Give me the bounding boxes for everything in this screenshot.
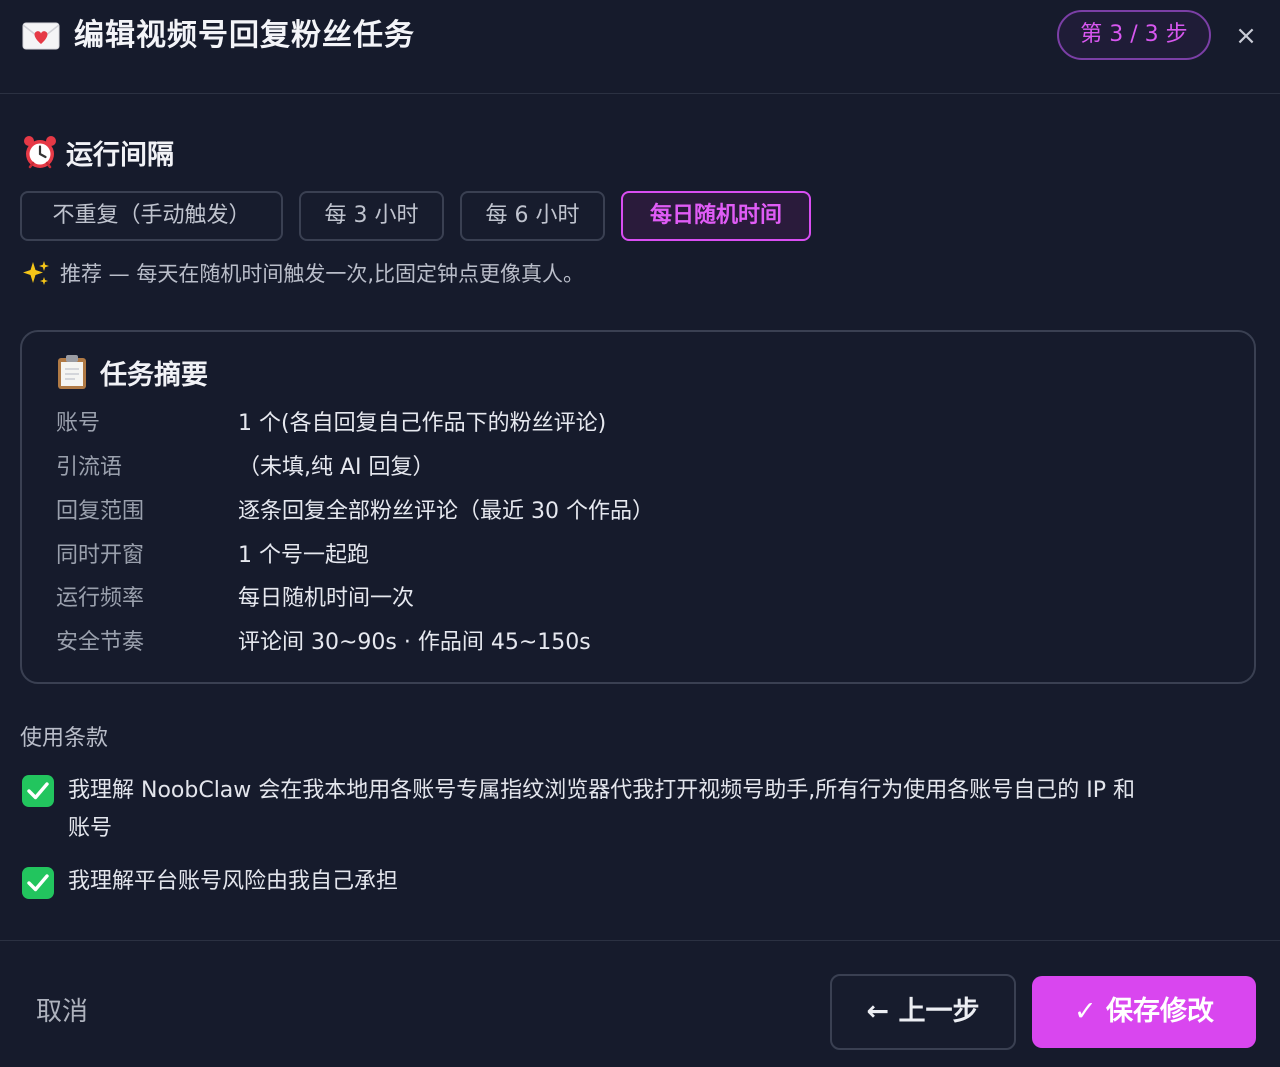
clipboard-icon [56,354,88,390]
terms-checkbox-1[interactable] [22,775,54,807]
summary-key: 账号 [56,411,101,436]
summary-value: 1 个号一起跑 [238,543,369,568]
summary-value: 每日随机时间一次 [238,586,415,611]
summary-key: 同时开窗 [56,543,145,568]
checkmark-icon [27,874,49,892]
interval-section-title: 运行间隔 [22,134,174,176]
summary-key: 回复范围 [56,499,145,524]
summary-key: 运行频率 [56,586,145,611]
previous-step-button[interactable]: ← 上一步 [830,974,1016,1050]
summary-title: 任务摘要 [56,354,208,398]
interval-hint-text: 推荐 — 每天在随机时间触发一次,比固定钟点更像真人。 [60,262,585,286]
summary-value: 逐条回复全部粉丝评论（最近 30 个作品） [238,499,654,524]
interval-option-6h[interactable]: 每 6 小时 [460,191,605,241]
dialog-title: 编辑视频号回复粉丝任务 [74,18,415,53]
dialog-header: 编辑视频号回复粉丝任务 第 3 / 3 步 × [0,0,1280,94]
terms-item-1-line1: 我理解 NoobClaw 会在我本地用各账号专属指纹浏览器代我打开视频号助手,所… [68,778,1136,803]
terms-item-1-line2: 账号 [68,816,113,841]
cancel-button[interactable]: 取消 [36,990,88,1034]
summary-value: 1 个(各自回复自己作品下的粉丝评论) [238,411,607,436]
terms-item-2-text: 我理解平台账号风险由我自己承担 [68,869,399,894]
step-badge: 第 3 / 3 步 [1057,10,1211,60]
summary-value: 评论间 30~90s · 作品间 45~150s [238,630,591,655]
save-changes-button[interactable]: ✓ 保存修改 [1032,976,1256,1048]
terms-title: 使用条款 [20,726,109,751]
summary-value: （未填,纯 AI 回复） [238,455,435,480]
close-icon[interactable]: × [1232,22,1260,50]
interval-title-text: 运行间隔 [66,140,174,171]
love-letter-icon [22,22,60,50]
summary-key: 引流语 [56,455,123,480]
footer-divider [0,940,1280,941]
terms-checkbox-2[interactable] [22,867,54,899]
alarm-clock-icon [22,134,58,170]
summary-title-text: 任务摘要 [100,360,208,391]
interval-option-daily-random[interactable]: 每日随机时间 [621,191,811,241]
interval-hint: 推荐 — 每天在随机时间触发一次,比固定钟点更像真人。 [22,256,584,292]
checkmark-icon [27,782,49,800]
interval-option-3h[interactable]: 每 3 小时 [299,191,444,241]
task-summary-card: 任务摘要 账号 1 个(各自回复自己作品下的粉丝评论) 引流语 （未填,纯 AI… [20,330,1256,684]
summary-key: 安全节奏 [56,630,145,655]
interval-option-manual[interactable]: 不重复（手动触发） [20,191,283,241]
sparkles-icon [22,259,50,287]
